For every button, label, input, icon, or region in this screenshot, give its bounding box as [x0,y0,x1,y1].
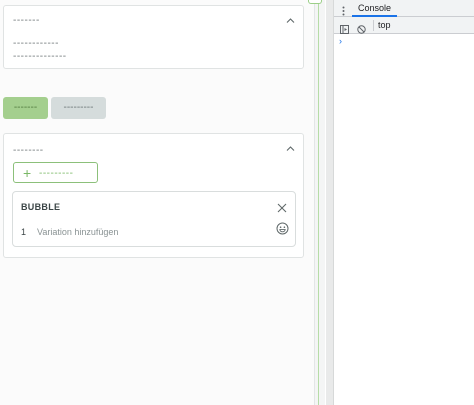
app-pane: ------- ------------ -------------- ----… [0,0,314,405]
collapsible-section-2: -------- + --------- BUBBLE 1 Variation … [3,133,304,258]
tab-console[interactable]: Console [352,0,398,17]
add-item-label: --------- [39,168,74,179]
bubble-title: BUBBLE [21,202,61,212]
chevron-up-icon[interactable] [286,144,295,153]
devtools-tab-bar: Console [334,0,474,17]
resize-handle[interactable] [308,0,322,4]
kebab-menu-icon[interactable] [342,3,345,16]
console-prompt[interactable]: › [339,37,342,46]
devtools-divider[interactable] [326,0,334,405]
console-toolbar: top [334,17,474,34]
screen: ------- ------------ -------------- ----… [0,0,474,405]
collapsible-section-1: ------- ------------ -------------- [3,5,304,69]
primary-tab-button[interactable]: ------- [3,97,48,119]
toolbar-separator [373,20,374,31]
pane-divider[interactable] [314,0,325,405]
devtools-panel: Console top › [334,0,474,405]
close-icon[interactable] [276,201,288,213]
resize-guide [318,0,319,405]
variation-number: 1 [21,227,27,237]
section-1-line-1: ------------ [13,38,59,49]
variation-input[interactable]: Variation hinzufügen [37,227,118,237]
section-1-line-2: -------------- [13,51,67,62]
section-1-title: ------- [13,15,40,26]
clear-console-icon[interactable] [357,21,366,34]
emoji-icon[interactable] [276,222,289,235]
bubble-card: BUBBLE 1 Variation hinzufügen [12,191,296,247]
context-select[interactable]: top [378,20,391,31]
add-item-button[interactable]: + --------- [13,162,98,183]
secondary-tab-button[interactable]: --------- [51,97,106,119]
plus-icon: + [23,165,32,181]
chevron-up-icon[interactable] [286,16,295,25]
section-2-title: -------- [13,145,44,156]
sidebar-toggle-icon[interactable] [340,21,349,34]
